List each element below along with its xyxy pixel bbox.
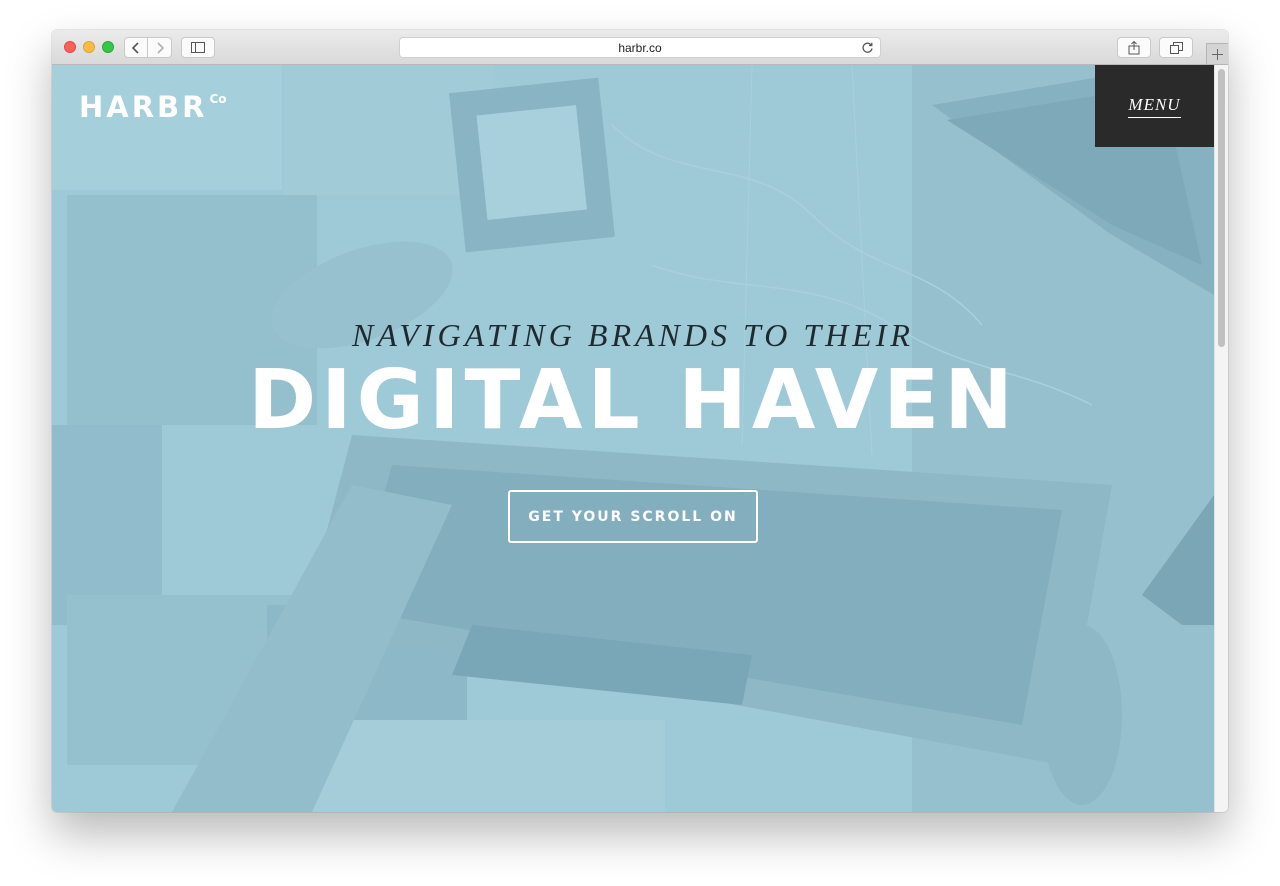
browser-toolbar: harbr.co [52,30,1228,65]
forward-button[interactable] [148,37,172,58]
new-tab-button[interactable] [1206,43,1228,65]
menu-button[interactable]: MENU [1095,65,1214,147]
address-bar[interactable]: harbr.co [399,37,881,58]
get-your-scroll-on-button[interactable]: GET YOUR SCROLL ON [508,490,758,543]
share-icon [1128,40,1140,54]
harbr-logo[interactable]: HARBR Co [79,90,227,124]
logo-text: HARBR [79,90,208,124]
sidebar-toggle-button[interactable] [181,37,215,58]
hero-tagline: NAVIGATING BRANDS TO THEIR [352,317,914,353]
plus-icon [1212,48,1223,60]
url-text: harbr.co [618,40,662,55]
chevron-left-icon [131,41,139,54]
hero-headline: DIGITAL HAVEN [248,353,1018,448]
chevron-right-icon [156,41,164,54]
back-button[interactable] [124,37,148,58]
cta-label: GET YOUR SCROLL ON [528,508,738,525]
logo-mark: Co [209,92,227,106]
show-tabs-button[interactable] [1159,37,1193,58]
page-scrollbar[interactable] [1214,65,1228,812]
share-button[interactable] [1117,37,1151,58]
reload-icon[interactable] [861,41,874,54]
browser-window: harbr.co HARBR Co MENU NAVIGATING BRANDS… [52,30,1228,812]
close-window-button[interactable] [64,41,76,53]
minimize-window-button[interactable] [83,41,95,53]
menu-label: MENU [1128,95,1181,118]
tabs-icon [1169,41,1183,54]
sidebar-icon [191,42,205,53]
scrollbar-thumb[interactable] [1218,69,1225,347]
page-viewport: HARBR Co MENU NAVIGATING BRANDS TO THEIR … [52,65,1228,812]
zoom-window-button[interactable] [102,41,114,53]
